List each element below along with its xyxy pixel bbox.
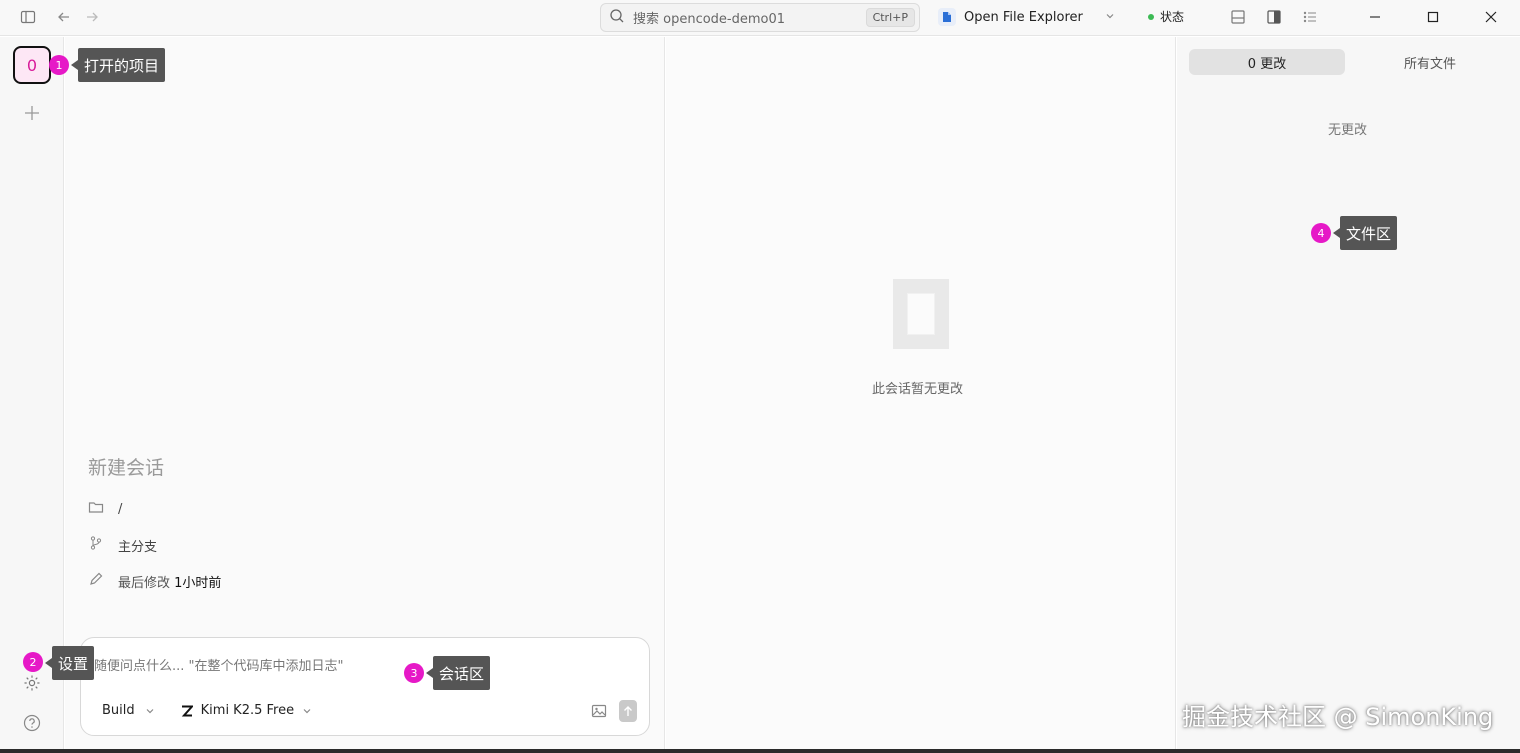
project-button[interactable]: 0 bbox=[13, 46, 51, 84]
search-shortcut-hint: Ctrl+P bbox=[865, 8, 915, 27]
settings-gear-icon[interactable] bbox=[23, 674, 41, 692]
tab-changes[interactable]: 0 更改 bbox=[1189, 49, 1345, 75]
pencil-icon bbox=[88, 571, 104, 591]
annotation-label-1: 打开的项目 bbox=[70, 48, 166, 82]
annotation-label-2: 设置 bbox=[44, 646, 95, 680]
no-session-changes-text: 此会话暂无更改 bbox=[872, 382, 964, 397]
annotation-badge-1: 1 bbox=[49, 55, 69, 75]
new-session-title: 新建会话 bbox=[88, 457, 165, 479]
annotation-badge-2: 2 bbox=[23, 652, 43, 672]
help-icon[interactable] bbox=[23, 714, 41, 732]
open-file-explorer-button[interactable]: Open File Explorer bbox=[938, 6, 1115, 28]
annotation-badge-3: 3 bbox=[404, 663, 424, 683]
add-project-icon[interactable] bbox=[23, 104, 41, 122]
status-indicator[interactable]: 状态 bbox=[1148, 8, 1184, 25]
toggle-bottom-panel-icon[interactable] bbox=[1229, 8, 1247, 26]
chevron-down-icon[interactable] bbox=[1105, 10, 1115, 25]
arrow-up-icon bbox=[624, 706, 632, 716]
agent-label: Build bbox=[102, 703, 135, 718]
send-button[interactable] bbox=[619, 700, 637, 722]
model-label: Kimi K2.5 Free bbox=[200, 703, 295, 718]
git-branch-icon bbox=[88, 535, 104, 555]
watermark: 掘金技术社区 @ SimonKing bbox=[1182, 703, 1494, 731]
session-modified-row: 最后修改 1小时前 bbox=[88, 571, 221, 591]
status-dot bbox=[1148, 13, 1154, 20]
session-path-row: / bbox=[88, 499, 122, 519]
minimize-button[interactable] bbox=[1352, 0, 1398, 34]
model-selector[interactable]: Kimi K2.5 Free bbox=[181, 703, 312, 718]
model-logo-icon bbox=[181, 705, 193, 716]
empty-document-icon bbox=[893, 279, 949, 349]
session-path: / bbox=[118, 501, 123, 517]
search-icon bbox=[609, 8, 625, 28]
maximize-button[interactable] bbox=[1410, 0, 1456, 34]
close-button[interactable] bbox=[1468, 0, 1514, 34]
attach-image-icon[interactable] bbox=[590, 702, 608, 720]
toggle-sidebar-icon[interactable] bbox=[19, 8, 37, 26]
message-input[interactable]: 随便问点什么... "在整个代码库中添加日志" bbox=[94, 655, 344, 674]
list-view-icon[interactable] bbox=[1301, 8, 1319, 26]
back-arrow-icon[interactable] bbox=[55, 8, 73, 26]
search-input[interactable]: 搜索 opencode-demo01 bbox=[633, 8, 866, 27]
agent-selector[interactable]: Build bbox=[102, 703, 155, 718]
status-label: 状态 bbox=[1160, 10, 1185, 24]
annotation-label-3: 会话区 bbox=[425, 656, 491, 690]
search-box[interactable]: 搜索 opencode-demo01 Ctrl+P bbox=[600, 3, 920, 32]
message-composer[interactable] bbox=[80, 637, 650, 736]
chevron-down-icon bbox=[303, 708, 311, 713]
annotation-badge-4: 4 bbox=[1311, 223, 1331, 243]
chevron-down-icon bbox=[146, 708, 154, 713]
folder-icon bbox=[88, 499, 104, 519]
no-changes-text: 无更改 bbox=[1328, 123, 1368, 138]
taskbar-edge bbox=[0, 749, 1520, 753]
session-branch-row: 主分支 bbox=[88, 535, 157, 555]
composer-toolbar: Build Kimi K2.5 Free bbox=[102, 703, 312, 718]
annotation-label-4: 文件区 bbox=[1332, 216, 1398, 250]
forward-arrow-icon[interactable] bbox=[83, 8, 101, 26]
tab-all-files[interactable]: 所有文件 bbox=[1355, 49, 1505, 75]
file-explorer-app-icon bbox=[938, 8, 956, 26]
open-app-label: Open File Explorer bbox=[964, 9, 1083, 25]
modified-time: 1小时前 bbox=[174, 575, 222, 591]
modified-label: 最后修改 bbox=[118, 575, 171, 591]
session-branch: 主分支 bbox=[118, 539, 158, 555]
files-panel bbox=[1177, 37, 1520, 753]
project-letter: 0 bbox=[26, 55, 38, 75]
toggle-right-panel-icon[interactable] bbox=[1265, 8, 1283, 26]
